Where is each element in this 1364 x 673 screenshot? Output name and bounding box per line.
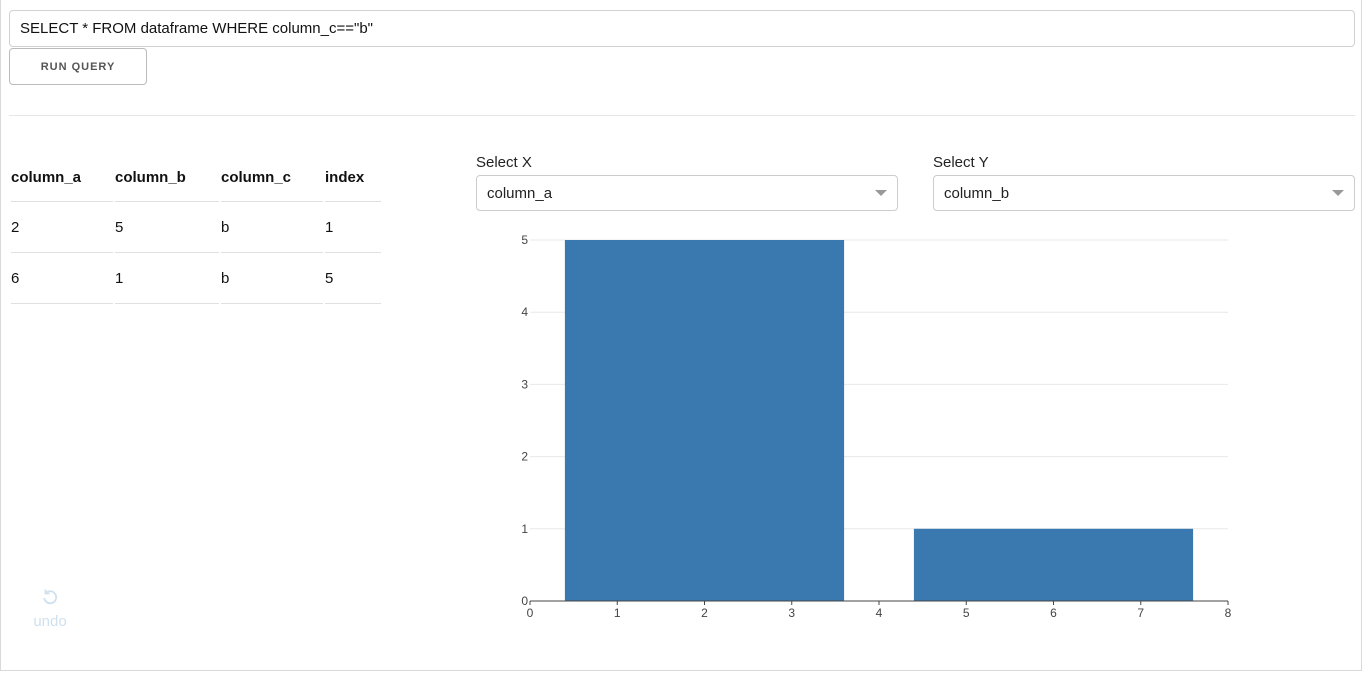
header-column-a[interactable]: column_a — [11, 153, 113, 202]
select-x-value: column_a — [487, 184, 553, 202]
chevron-down-icon — [1332, 190, 1344, 196]
y-tick-label: 0 — [521, 594, 528, 608]
table-row: 6 1 b 5 — [11, 253, 381, 304]
table-cell: 2 — [11, 202, 113, 253]
run-query-button[interactable]: RUN QUERY — [9, 48, 147, 85]
x-tick-label: 6 — [1050, 606, 1057, 620]
x-tick-label: 5 — [963, 606, 970, 620]
bar-chart: 0 1 2 3 4 5 6 7 8 0 1 2 3 4 5 — [521, 233, 1232, 620]
undo-label: undo — [33, 613, 67, 630]
header-index[interactable]: index — [325, 153, 381, 202]
x-tick-label: 7 — [1137, 606, 1144, 620]
header-column-c[interactable]: column_c — [221, 153, 323, 202]
chevron-down-icon — [875, 190, 887, 196]
x-tick-label: 2 — [701, 606, 708, 620]
table-cell: 1 — [115, 253, 219, 304]
x-tick-label: 3 — [788, 606, 795, 620]
x-tick-label: 8 — [1225, 606, 1232, 620]
select-y-value: column_b — [944, 184, 1010, 202]
y-tick-label: 5 — [521, 233, 528, 247]
table-cell: 6 — [11, 253, 113, 304]
table-header-row: column_a column_b column_c index — [11, 153, 381, 202]
chart-bars — [564, 240, 1194, 601]
x-tick-label: 4 — [876, 606, 883, 620]
query-input[interactable] — [9, 10, 1355, 47]
table-cell: b — [221, 202, 323, 253]
y-tick-label: 1 — [521, 522, 528, 536]
results-table: column_a column_b column_c index 2 5 b 1… — [9, 153, 383, 304]
y-tick-label: 2 — [521, 450, 528, 464]
x-tick-label: 0 — [527, 606, 534, 620]
table-cell: b — [221, 253, 323, 304]
x-tick-label: 1 — [614, 606, 621, 620]
undo-icon — [43, 589, 58, 605]
divider — [9, 115, 1355, 116]
select-y-dropdown[interactable]: column_b — [933, 175, 1355, 211]
bar — [564, 240, 845, 601]
table-row: 2 5 b 1 — [11, 202, 381, 253]
y-tick-label: 3 — [521, 377, 528, 391]
select-x-label: Select X — [476, 154, 532, 171]
bar — [913, 528, 1194, 601]
y-tick-label: 4 — [521, 305, 528, 319]
table-cell: 5 — [115, 202, 219, 253]
select-y-label: Select Y — [933, 154, 989, 171]
header-column-b[interactable]: column_b — [115, 153, 219, 202]
undo-button[interactable]: undo — [28, 588, 72, 630]
table-cell: 1 — [325, 202, 381, 253]
table-cell: 5 — [325, 253, 381, 304]
select-x-dropdown[interactable]: column_a — [476, 175, 898, 211]
